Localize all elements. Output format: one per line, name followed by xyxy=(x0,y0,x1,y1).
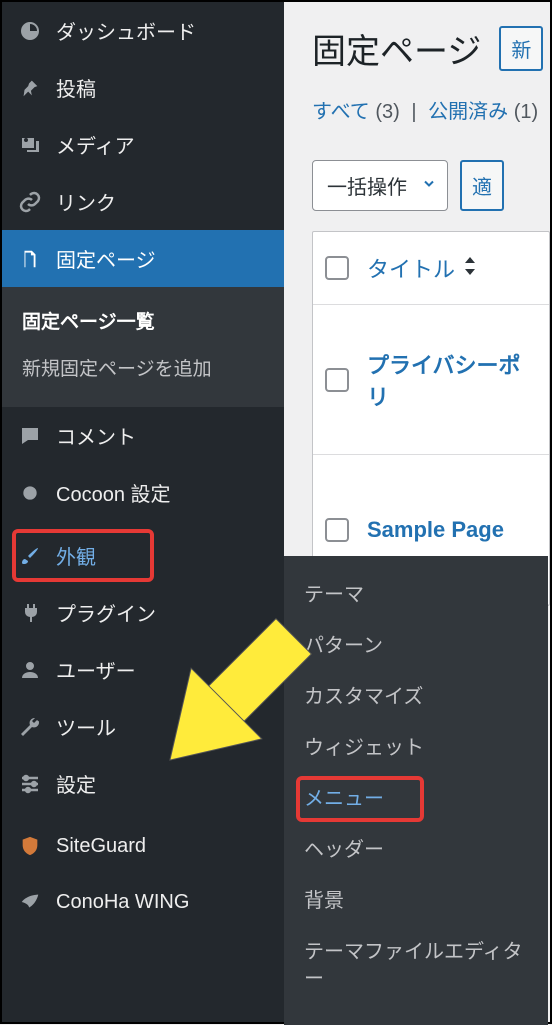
sidebar-item-pages[interactable]: 固定ページ xyxy=(2,230,284,287)
sidebar-item-users[interactable]: ユーザー xyxy=(2,641,284,698)
filter-all-count: (3) xyxy=(375,101,399,123)
sidebar-item-label: 外観 xyxy=(56,541,96,570)
sidebar-item-label: ツール xyxy=(56,712,116,741)
sidebar-item-tools[interactable]: ツール xyxy=(2,698,284,755)
pages-table: タイトル プライバシーポリ Sample Page xyxy=(312,231,550,606)
sidebar-item-plugins[interactable]: プラグイン xyxy=(2,584,284,641)
sidebar-item-comments[interactable]: コメント xyxy=(2,407,284,464)
row-checkbox[interactable] xyxy=(325,518,349,542)
flyout-patterns[interactable]: パターン xyxy=(284,621,548,672)
wrench-icon xyxy=(16,713,44,741)
table-row[interactable]: プライバシーポリ xyxy=(313,305,549,455)
page-title: 固定ページ xyxy=(312,24,481,73)
dashboard-icon xyxy=(16,17,44,45)
sidebar-item-settings[interactable]: 設定 xyxy=(2,755,284,812)
flyout-header[interactable]: ヘッダー xyxy=(284,825,548,876)
filter-links: すべて (3) | 公開済み (1) xyxy=(312,95,550,124)
pin-icon xyxy=(16,74,44,102)
bulk-select-label: 一括操作 xyxy=(327,177,407,199)
table-header: タイトル xyxy=(313,232,549,305)
sidebar-item-appearance[interactable]: 外観 xyxy=(2,527,284,584)
sidebar-item-label: SiteGuard xyxy=(56,835,146,858)
sidebar-item-label: リンク xyxy=(56,187,116,216)
sidebar-item-label: ConoHa WING xyxy=(56,891,189,914)
flyout-background[interactable]: 背景 xyxy=(284,876,548,927)
sidebar-item-cocoon[interactable]: Cocoon 設定 xyxy=(2,464,284,521)
filter-all[interactable]: すべて xyxy=(312,101,370,123)
wing-icon xyxy=(16,888,44,916)
flyout-widgets[interactable]: ウィジェット xyxy=(284,723,548,774)
submenu-pages-add[interactable]: 新規固定ページを追加 xyxy=(2,344,284,391)
sidebar-item-conoha[interactable]: ConoHa WING xyxy=(2,874,284,930)
column-title-header[interactable]: タイトル xyxy=(367,252,477,284)
plug-icon xyxy=(16,599,44,627)
row-checkbox[interactable] xyxy=(325,368,349,392)
link-icon xyxy=(16,188,44,216)
pages-submenu: 固定ページ一覧 新規固定ページを追加 xyxy=(2,287,284,407)
media-icon xyxy=(16,131,44,159)
brush-icon xyxy=(16,542,44,570)
appearance-flyout: テーマ パターン カスタマイズ ウィジェット メニュー ヘッダー 背景 テーマフ… xyxy=(284,556,548,1025)
user-icon xyxy=(16,656,44,684)
chevron-down-icon xyxy=(421,174,437,197)
admin-sidebar: ダッシュボード 投稿 メディア リンク 固定ページ xyxy=(2,2,284,1022)
select-all-checkbox[interactable] xyxy=(325,256,349,280)
add-new-button[interactable]: 新 xyxy=(499,26,543,71)
sidebar-item-label: 設定 xyxy=(56,769,96,798)
flyout-theme-editor[interactable]: テーマファイルエディター xyxy=(284,927,548,1005)
sliders-icon xyxy=(16,770,44,798)
sidebar-item-label: 固定ページ xyxy=(56,244,156,273)
sidebar-item-dashboard[interactable]: ダッシュボード xyxy=(2,2,284,59)
page-icon xyxy=(16,245,44,273)
apply-button[interactable]: 適 xyxy=(460,160,504,211)
sidebar-item-siteguard[interactable]: SiteGuard xyxy=(2,818,284,874)
flyout-customize[interactable]: カスタマイズ xyxy=(284,672,548,723)
submenu-pages-list[interactable]: 固定ページ一覧 xyxy=(2,297,284,344)
sidebar-item-label: プラグイン xyxy=(56,598,156,627)
sort-icon xyxy=(463,255,477,281)
row-title[interactable]: プライバシーポリ xyxy=(367,348,537,412)
bulk-action-select[interactable]: 一括操作 xyxy=(312,160,448,211)
sidebar-item-posts[interactable]: 投稿 xyxy=(2,59,284,116)
flyout-themes[interactable]: テーマ xyxy=(284,570,548,621)
circle-icon xyxy=(16,479,44,507)
sidebar-item-label: Cocoon 設定 xyxy=(56,478,171,507)
sidebar-item-label: ダッシュボード xyxy=(56,16,196,45)
row-title[interactable]: Sample Page xyxy=(367,517,504,543)
comment-icon xyxy=(16,422,44,450)
sidebar-item-label: 投稿 xyxy=(56,73,96,102)
filter-published-count: (1) xyxy=(514,101,538,123)
sidebar-item-label: メディア xyxy=(56,130,135,159)
current-indicator-icon xyxy=(284,245,298,273)
sidebar-item-label: ユーザー xyxy=(56,655,136,684)
sidebar-item-links[interactable]: リンク xyxy=(2,173,284,230)
sidebar-item-media[interactable]: メディア xyxy=(2,116,284,173)
flyout-menus[interactable]: メニュー xyxy=(284,774,548,825)
sidebar-item-label: コメント xyxy=(56,421,136,450)
filter-published[interactable]: 公開済み xyxy=(428,101,508,123)
shield-icon xyxy=(16,832,44,860)
